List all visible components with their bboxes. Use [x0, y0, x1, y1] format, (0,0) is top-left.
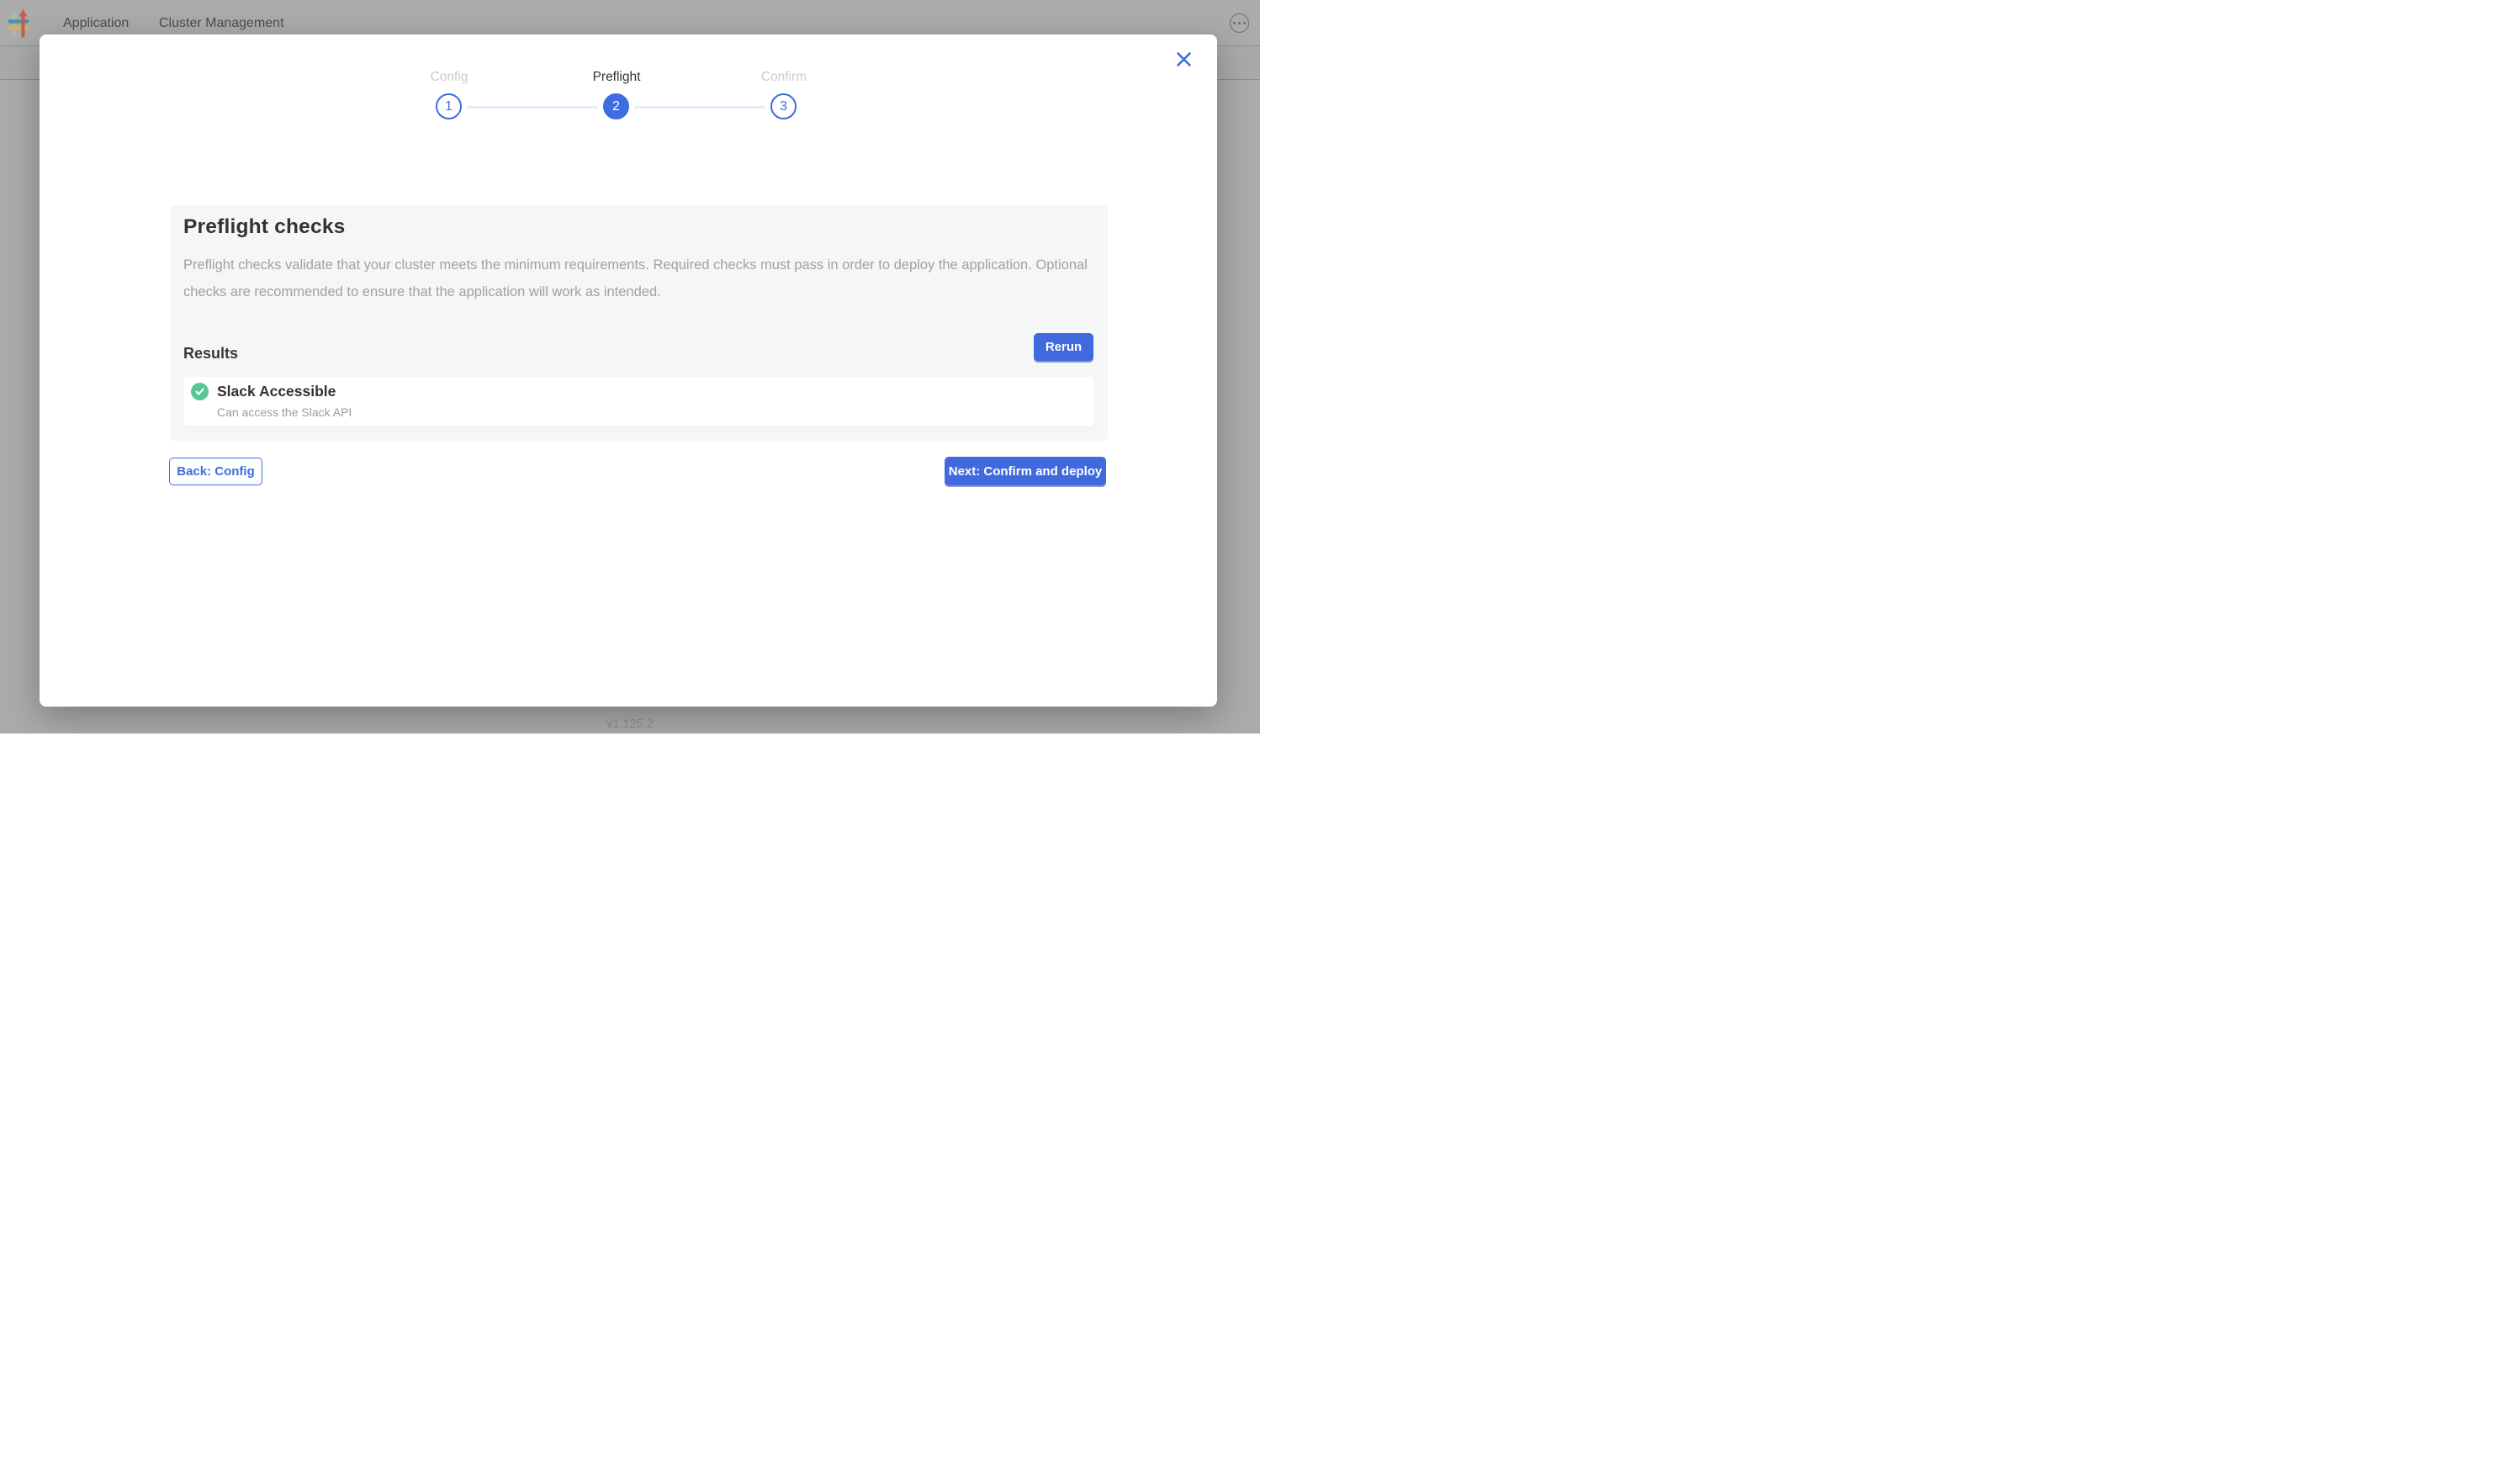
preflight-title: Preflight checks: [183, 215, 345, 239]
back-config-button[interactable]: Back: Config: [169, 458, 262, 485]
step-label-config: Config: [357, 70, 542, 85]
rerun-button[interactable]: Rerun: [1034, 333, 1093, 361]
step-circle-preflight[interactable]: 2: [603, 93, 629, 119]
next-confirm-deploy-button[interactable]: Next: Confirm and deploy: [945, 457, 1106, 485]
step-label-confirm: Confirm: [691, 70, 876, 85]
step-circle-config[interactable]: 1: [436, 93, 462, 119]
result-title: Slack Accessible: [217, 383, 336, 400]
result-description: Can access the Slack API: [217, 405, 352, 419]
step-label-preflight: Preflight: [524, 70, 709, 85]
step-circle-confirm[interactable]: 3: [770, 93, 797, 119]
close-icon[interactable]: [1173, 49, 1194, 69]
step-connector: [634, 106, 765, 109]
preflight-description: Preflight checks validate that your clus…: [183, 252, 1093, 305]
preflight-panel: Preflight checks Preflight checks valida…: [170, 205, 1108, 441]
preflight-checks-modal: Config Preflight Confirm 1 2 3 Preflight…: [40, 34, 1217, 707]
check-circle-icon: [191, 383, 209, 400]
results-heading: Results: [183, 345, 238, 363]
preflight-result-row: Slack Accessible Can access the Slack AP…: [183, 377, 1094, 426]
step-connector: [467, 106, 598, 109]
admin-console-page: Application Cluster Management v1.125.2 …: [0, 0, 1260, 734]
